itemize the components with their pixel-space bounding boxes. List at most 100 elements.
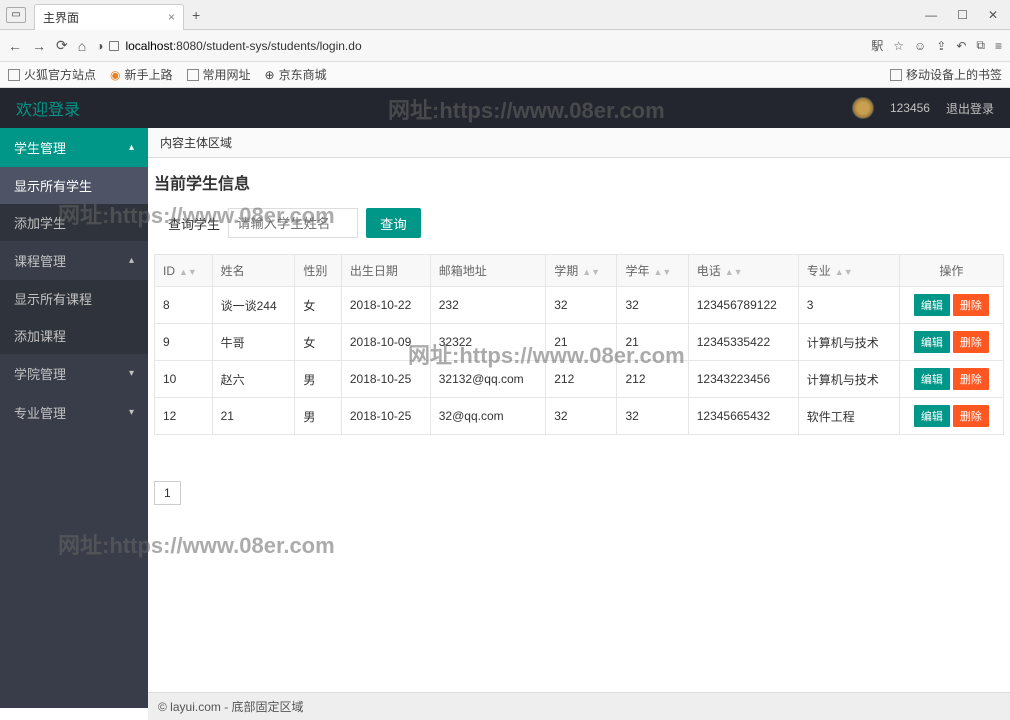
url-bar[interactable]: ◑ localhost:8080/student-sys/students/lo… [96, 39, 861, 53]
table-row: 1221男2018-10-2532@qq.com323212345665432软… [155, 398, 1004, 435]
search-button[interactable]: 查询 [366, 208, 421, 238]
table-header[interactable]: 学年▲▼ [617, 255, 688, 287]
delete-button[interactable]: 删除 [953, 331, 989, 353]
menu-icon[interactable]: ≡ [995, 39, 1002, 53]
content-area: 内容主体区域 当前学生信息 查询学生 查询 ID▲▼姓名性别出生日期邮箱地址学期… [148, 128, 1010, 708]
table-cell: 32 [546, 287, 617, 324]
table-cell: 21 [617, 324, 688, 361]
table-cell: 12343223456 [688, 361, 798, 398]
table-header[interactable]: 学期▲▼ [546, 255, 617, 287]
folder-icon [890, 69, 902, 81]
browser-tab-strip: ▭ 主界面 × + — ☐ ✕ [0, 0, 1010, 30]
content-tab[interactable]: 内容主体区域 [160, 134, 232, 151]
table-cell: 32@qq.com [430, 398, 546, 435]
sidebar-item[interactable]: 添加学生 [0, 204, 148, 241]
extensions-icon[interactable]: ⧉ [976, 38, 985, 53]
pocket-icon[interactable]: ⇪ [936, 39, 946, 53]
table-cell: 32132@qq.com [430, 361, 546, 398]
sidebar-item[interactable]: 添加课程 [0, 317, 148, 354]
table-header: 出生日期 [341, 255, 430, 287]
page-number[interactable]: 1 [154, 481, 181, 505]
table-cell: 男 [295, 361, 341, 398]
tab-title: 主界面 [43, 9, 79, 26]
lock-icon [109, 41, 119, 51]
sidebar-item[interactable]: 显示所有课程 [0, 280, 148, 317]
table-cell: 10 [155, 361, 213, 398]
sidebar-item[interactable]: 专业管理▾ [0, 393, 148, 432]
table-row: 9牛哥女2018-10-0932322212112345335422计算机与技术… [155, 324, 1004, 361]
table-cell: 12 [155, 398, 213, 435]
browser-tab[interactable]: 主界面 × [34, 4, 184, 30]
back-icon[interactable]: ← [8, 38, 22, 54]
bookmark-item[interactable]: 火狐官方站点 [8, 66, 96, 83]
sidebar-item[interactable]: 课程管理▴ [0, 241, 148, 280]
sidebar-item[interactable]: 学院管理▾ [0, 354, 148, 393]
delete-button[interactable]: 删除 [953, 294, 989, 316]
page-title: 当前学生信息 [148, 158, 1010, 202]
search-input[interactable] [228, 208, 358, 238]
reload-icon[interactable]: ⟳ [56, 37, 68, 54]
globe-icon: ⊕ [265, 68, 275, 82]
url-text: localhost:8080/student-sys/students/logi… [125, 39, 361, 53]
sidebar: 学生管理▴显示所有学生添加学生课程管理▴显示所有课程添加课程学院管理▾专业管理▾ [0, 128, 148, 708]
table-cell: 212 [546, 361, 617, 398]
table-cell: 12345335422 [688, 324, 798, 361]
table-cell: 12345665432 [688, 398, 798, 435]
edit-button[interactable]: 编辑 [914, 405, 950, 427]
table-cell: 232 [430, 287, 546, 324]
search-label: 查询学生 [168, 214, 220, 233]
folder-icon [187, 69, 199, 81]
username[interactable]: 123456 [890, 101, 930, 115]
content-tab-strip: 内容主体区域 [148, 128, 1010, 158]
avatar[interactable] [852, 97, 874, 119]
edit-button[interactable]: 编辑 [914, 368, 950, 390]
forward-icon[interactable]: → [32, 38, 46, 54]
table-cell-ops: 编辑删除 [899, 398, 1003, 435]
table-cell-ops: 编辑删除 [899, 287, 1003, 324]
home-icon[interactable]: ⌂ [78, 38, 86, 54]
table-cell: 8 [155, 287, 213, 324]
bookmark-item[interactable]: ⊕京东商城 [265, 66, 327, 83]
maximize-icon[interactable]: ☐ [957, 8, 968, 22]
table-cell: 计算机与技术 [798, 361, 899, 398]
new-tab-button[interactable]: + [192, 7, 200, 23]
table-header: 性别 [295, 255, 341, 287]
table-cell: 32 [617, 287, 688, 324]
app-header: 欢迎登录 123456 退出登录 [0, 88, 1010, 128]
students-table: ID▲▼姓名性别出生日期邮箱地址学期▲▼学年▲▼电话▲▼专业▲▼操作 8谈一谈2… [154, 254, 1004, 435]
edit-button[interactable]: 编辑 [914, 331, 950, 353]
logout-link[interactable]: 退出登录 [946, 100, 994, 117]
footer: © layui.com - 底部固定区域 [148, 692, 1010, 720]
delete-button[interactable]: 删除 [953, 405, 989, 427]
table-cell: 2018-10-22 [341, 287, 430, 324]
delete-button[interactable]: 删除 [953, 368, 989, 390]
translate-icon[interactable]: 駅 [871, 37, 883, 54]
shield-icon: ◑ [96, 39, 103, 53]
table-header[interactable]: 专业▲▼ [798, 255, 899, 287]
close-icon[interactable]: × [168, 10, 175, 24]
table-header[interactable]: ID▲▼ [155, 255, 213, 287]
table-cell: 2018-10-25 [341, 398, 430, 435]
table-cell: 21 [546, 324, 617, 361]
bookmark-item[interactable]: ◉新手上路 [110, 66, 173, 83]
edit-button[interactable]: 编辑 [914, 294, 950, 316]
table-cell: 赵六 [212, 361, 295, 398]
bookmark-item[interactable]: 移动设备上的书签 [890, 66, 1002, 83]
bookmark-item[interactable]: 常用网址 [187, 66, 251, 83]
table-cell: 9 [155, 324, 213, 361]
sidebar-item[interactable]: 学生管理▴ [0, 128, 148, 167]
minimize-icon[interactable]: — [925, 8, 937, 22]
table-header: 邮箱地址 [430, 255, 546, 287]
account-icon[interactable]: ☺ [914, 39, 926, 53]
app-title: 欢迎登录 [16, 96, 80, 120]
table-cell: 计算机与技术 [798, 324, 899, 361]
close-window-icon[interactable]: ✕ [988, 8, 998, 22]
table-cell: 谈一谈244 [212, 287, 295, 324]
sidebar-item[interactable]: 显示所有学生 [0, 167, 148, 204]
search-row: 查询学生 查询 [148, 202, 1010, 248]
bookmark-star-icon[interactable]: ☆ [893, 39, 904, 53]
table-header[interactable]: 电话▲▼ [688, 255, 798, 287]
folder-icon [8, 69, 20, 81]
history-icon[interactable]: ↶ [956, 39, 966, 53]
browser-nav-bar: ← → ⟳ ⌂ ◑ localhost:8080/student-sys/stu… [0, 30, 1010, 62]
